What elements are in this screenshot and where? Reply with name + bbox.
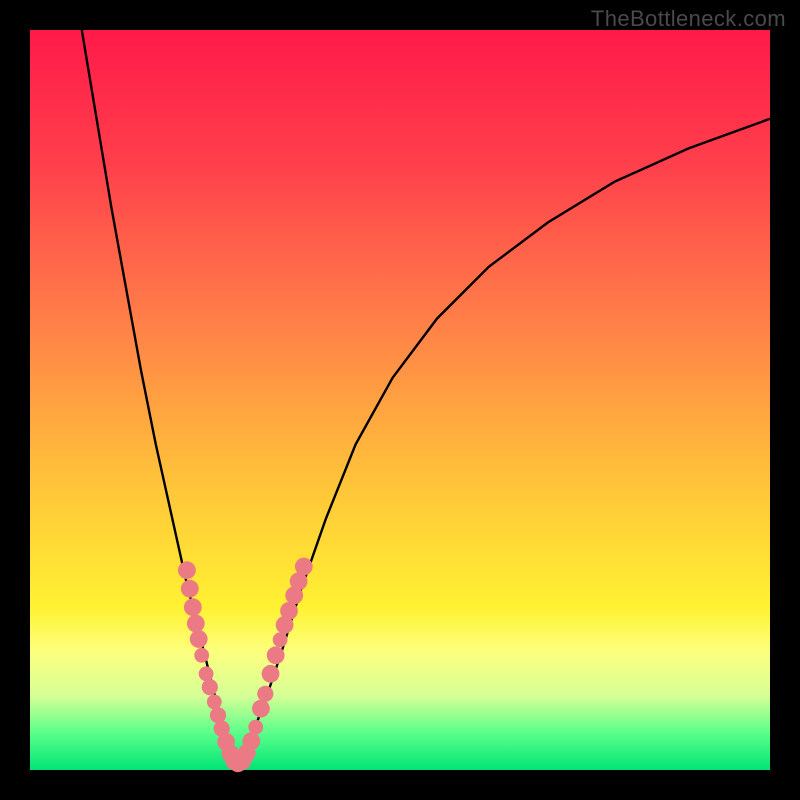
data-marker (273, 632, 288, 647)
data-marker (190, 630, 208, 648)
curve-group (82, 30, 770, 763)
data-marker (262, 665, 280, 683)
data-marker (295, 558, 313, 576)
data-marker (252, 700, 270, 718)
data-marker (184, 598, 202, 616)
data-marker (199, 666, 214, 681)
plot-area (30, 30, 770, 770)
data-marker (187, 615, 205, 633)
data-marker (257, 686, 273, 702)
data-marker (248, 720, 263, 735)
chart-svg (30, 30, 770, 770)
data-marker (280, 602, 298, 620)
data-marker (207, 695, 222, 710)
outer-frame: TheBottleneck.com (0, 0, 800, 800)
curve-left (82, 30, 236, 763)
data-marker (178, 561, 196, 579)
data-marker (242, 732, 260, 750)
watermark-text: TheBottleneck.com (591, 6, 786, 32)
data-marker (181, 580, 199, 598)
curve-right (236, 119, 770, 763)
data-marker (202, 679, 218, 695)
data-marker (194, 648, 209, 663)
data-marker (267, 646, 285, 664)
marker-group (178, 558, 313, 773)
